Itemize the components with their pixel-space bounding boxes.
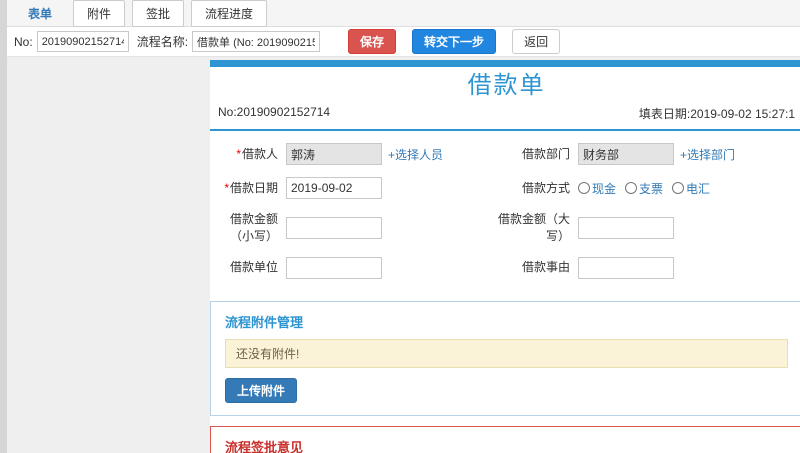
amount-big-control: [578, 216, 797, 239]
panel-top-accent: [210, 60, 800, 67]
approval-title: 流程签批意见: [225, 439, 304, 453]
attachments-title: 流程附件管理: [225, 314, 304, 330]
loan-date-label: *借款日期: [224, 180, 278, 195]
form-panel: 借款单 No:20190902152714 填表日期:2019-09-02 15…: [210, 60, 800, 453]
reason-label: 借款事由: [521, 260, 570, 275]
next-step-button[interactable]: 转交下一步: [412, 29, 497, 54]
required-marker: *: [224, 180, 229, 195]
department-input[interactable]: [578, 143, 674, 165]
amount-big-label: 借款金额（大写）: [497, 212, 570, 243]
loan-date-control: [286, 177, 490, 199]
unit-control: [286, 256, 490, 279]
form-fields: *借款人 +选择人员 借款部门 +选择部门 *借款日期: [210, 131, 800, 293]
action-toolbar: No: 流程名称: 保存 转交下一步 返回: [7, 27, 800, 57]
method-option-check[interactable]: 支票: [625, 180, 663, 197]
cash-radio[interactable]: [578, 182, 590, 194]
borrower-label: *借款人: [236, 146, 278, 161]
check-radio[interactable]: [625, 182, 638, 194]
reason-control: [578, 256, 797, 279]
tab-approval[interactable]: 签批: [132, 0, 185, 27]
method-control: 现金 支票 电汇: [578, 180, 797, 197]
cash-label: 现金: [592, 181, 617, 196]
tab-form[interactable]: 表单: [14, 0, 66, 27]
process-name-input[interactable]: [192, 31, 321, 52]
method-option-wire[interactable]: 电汇: [672, 180, 710, 197]
process-name-label: 流程名称:: [136, 35, 189, 49]
loan-date-input[interactable]: [286, 177, 382, 199]
workspace: 借款单 No:20190902152714 填表日期:2019-09-02 15…: [0, 57, 800, 453]
method-label: 借款方式: [521, 180, 570, 195]
amount-small-label: 借款金额（小写）: [229, 212, 278, 243]
form-no-text: No:20190902152714: [218, 105, 331, 119]
tab-bar: 表单 附件 签批 流程进度: [7, 0, 800, 27]
unit-label: 借款单位: [229, 260, 278, 275]
app-window: 表单 附件 签批 流程进度 No: 流程名称: 保存 转交下一步 返回 借款单 …: [0, 0, 800, 453]
wire-radio[interactable]: [672, 182, 685, 194]
select-department-link[interactable]: +选择部门: [680, 146, 735, 163]
no-attachment-notice: 还没有附件!: [225, 338, 788, 368]
save-button[interactable]: 保存: [348, 29, 397, 54]
check-label: 支票: [639, 181, 664, 196]
amount-big-input[interactable]: [578, 216, 674, 239]
form-meta: No:20190902152714 填表日期:2019-09-02 15:27:…: [210, 103, 800, 131]
department-control: +选择部门: [578, 143, 797, 165]
no-input[interactable]: [36, 31, 129, 52]
form-date-text: 填表日期:2019-09-02 15:27:1: [638, 107, 795, 121]
unit-input[interactable]: [286, 256, 382, 279]
attachments-section: 流程附件管理 还没有附件! 上传附件: [210, 300, 800, 416]
amount-small-input[interactable]: [286, 216, 382, 239]
reason-input[interactable]: [578, 256, 674, 279]
borrower-input[interactable]: [286, 143, 382, 165]
upload-attachment-button[interactable]: 上传附件: [225, 377, 298, 403]
method-option-cash[interactable]: 现金: [578, 180, 616, 197]
no-label: No:: [14, 34, 33, 49]
select-person-link[interactable]: +选择人员: [388, 146, 443, 163]
amount-small-control: [286, 216, 490, 239]
approval-section: 流程签批意见 B I abc A A ∞ ⚑ ≣ ≡ «: [210, 425, 800, 453]
wire-label: 电汇: [686, 181, 711, 196]
tab-attachments[interactable]: 附件: [73, 0, 126, 27]
required-marker: *: [236, 146, 241, 161]
left-gutter: [0, 0, 7, 453]
department-label: 借款部门: [521, 146, 570, 161]
borrower-control: +选择人员: [286, 143, 490, 165]
back-button[interactable]: 返回: [512, 29, 561, 54]
page-title: 借款单: [467, 72, 546, 99]
tab-progress[interactable]: 流程进度: [191, 0, 268, 27]
